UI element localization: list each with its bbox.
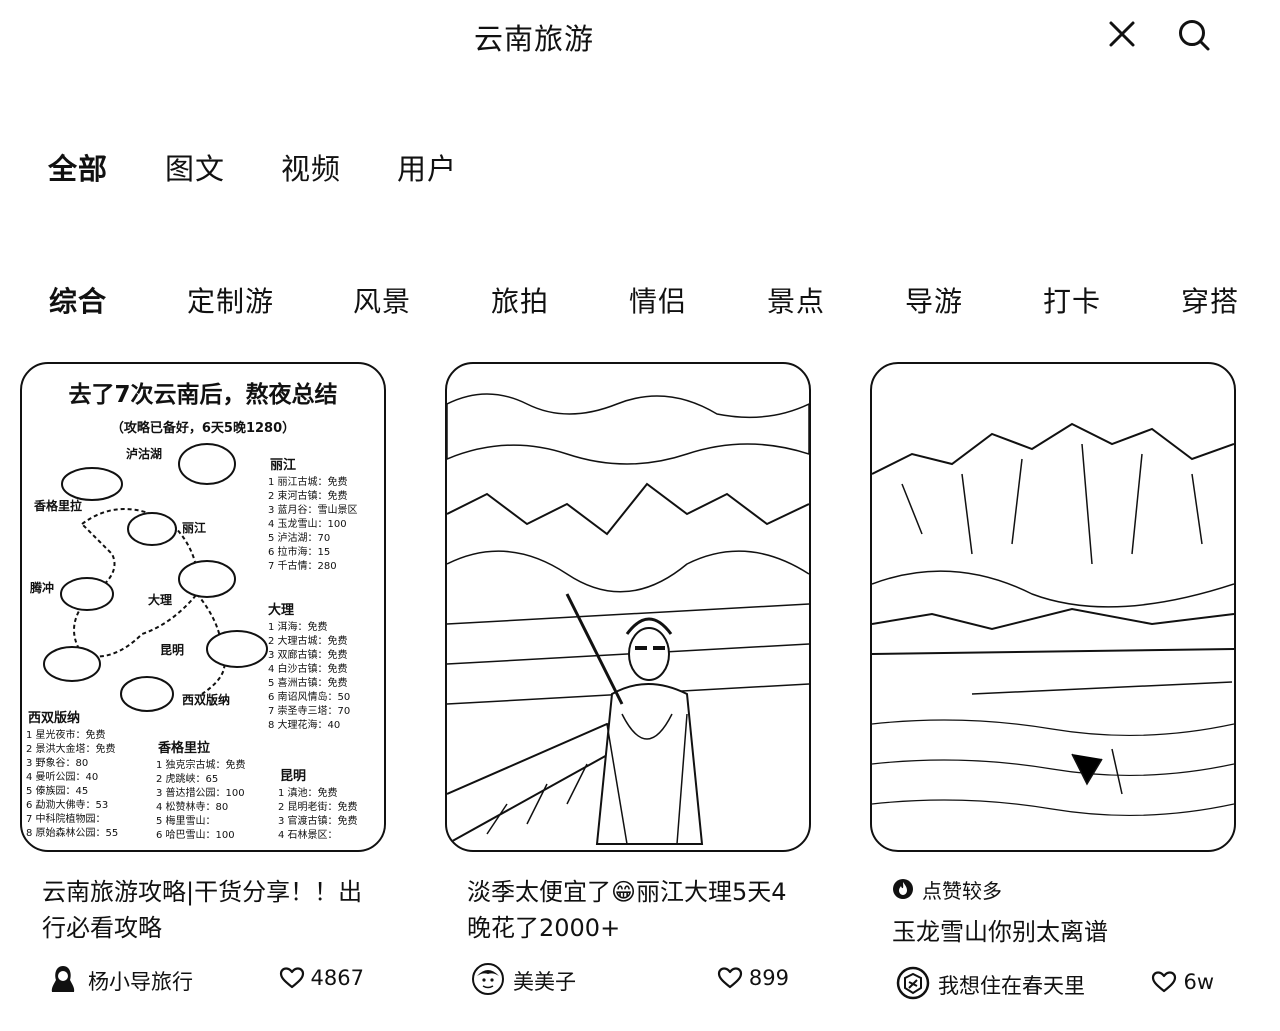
- list-item: 5 喜洲古镇：免费: [268, 676, 348, 689]
- content-type-tabs: 全部 图文 视频 用户: [0, 146, 1280, 190]
- page-title: 云南旅游: [474, 22, 595, 56]
- list-item: 4 白沙古镇：免费: [268, 662, 348, 675]
- list-heading: 昆明: [280, 768, 306, 784]
- list-item: 4 石林景区：: [278, 828, 338, 841]
- list-item: 2 虎跳峡：65: [156, 772, 218, 785]
- list-item: 6 勐泐大佛寺：53: [26, 798, 108, 811]
- avatar[interactable]: [896, 966, 930, 1000]
- place-label: 泸沽湖: [126, 446, 162, 461]
- list-item: 1 独克宗古城：免费: [156, 758, 246, 771]
- close-icon[interactable]: [1106, 18, 1138, 50]
- list-item: 8 原始森林公园：55: [26, 826, 118, 839]
- top-bar: 云南旅游: [0, 0, 1280, 70]
- category-comprehensive[interactable]: 综合: [49, 280, 107, 320]
- category-outfit[interactable]: 穿搭: [1181, 280, 1239, 320]
- popular-badge-label: 点赞较多: [922, 878, 1002, 903]
- category-filter-bar: 综合 定制游 风景 旅拍 情侣 景点 导游 打卡 穿搭: [0, 280, 1280, 324]
- list-item: 1 滇池：免费: [278, 786, 338, 799]
- like-count-value: 899: [748, 966, 789, 990]
- avatar[interactable]: [46, 962, 80, 996]
- author-name[interactable]: 美美子: [513, 966, 576, 996]
- list-item: 5 傣族园：45: [26, 784, 88, 797]
- category-guide[interactable]: 导游: [905, 280, 963, 320]
- like-count[interactable]: 6w: [1151, 970, 1214, 994]
- fire-icon: [893, 879, 913, 899]
- list-item: 1 丽江古城：免费: [268, 475, 348, 488]
- list-item: 1 星光夜市：免费: [26, 728, 106, 741]
- post-title[interactable]: 淡季太便宜了😁丽江大理5天4晚花了2000+: [445, 874, 807, 946]
- post-meta: 杨小导旅行 4867: [20, 960, 386, 1000]
- post-thumbnail-lijiang-photo[interactable]: [445, 362, 811, 852]
- place-label: 昆明: [160, 643, 184, 657]
- list-item: 1 洱海：免费: [268, 620, 328, 633]
- list-item: 5 泸沽湖：70: [268, 531, 330, 544]
- list-heading: 西双版纳: [28, 710, 80, 726]
- like-count-value: 4867: [310, 966, 364, 990]
- list-heading: 大理: [268, 602, 294, 618]
- like-count-value: 6w: [1183, 970, 1214, 994]
- category-custom-tour[interactable]: 定制游: [187, 280, 274, 320]
- search-icon[interactable]: [1176, 17, 1212, 53]
- list-item: 4 松赞林寺：80: [156, 800, 228, 813]
- place-label: 丽江: [182, 520, 206, 535]
- list-item: 4 玉龙雪山：100: [268, 517, 347, 530]
- heart-icon[interactable]: [1151, 970, 1177, 994]
- post-meta: 我想住在春天里 6w: [870, 964, 1236, 1004]
- place-label: 西双版纳: [182, 692, 230, 707]
- category-attractions[interactable]: 景点: [767, 280, 825, 320]
- list-item: 2 景洪大金塔：免费: [26, 742, 116, 755]
- list-item: 7 千古情：280: [268, 559, 337, 572]
- heart-icon[interactable]: [279, 966, 305, 990]
- post-thumbnail-travel-guide-map[interactable]: 去了7次云南后，熬夜总结 （攻略已备好，6天5晚1280） 泸沽湖 香格里拉 丽…: [20, 362, 386, 852]
- place-label: 腾冲: [29, 580, 54, 595]
- popular-badge: 点赞较多: [870, 874, 1236, 904]
- post-card[interactable]: 淡季太便宜了😁丽江大理5天4晚花了2000+ 美美子 899: [445, 362, 811, 1000]
- list-item: 3 官渡古镇：免费: [278, 814, 358, 827]
- list-item: 3 蓝月谷：雪山景区: [268, 504, 358, 516]
- tab-all[interactable]: 全部: [48, 146, 108, 188]
- guide-subheading: （攻略已备好，6天5晚1280）: [111, 420, 295, 436]
- post-card[interactable]: 去了7次云南后，熬夜总结 （攻略已备好，6天5晚1280） 泸沽湖 香格里拉 丽…: [20, 362, 386, 1000]
- list-item: 6 拉市海：15: [268, 545, 330, 558]
- author-name[interactable]: 杨小导旅行: [88, 966, 193, 996]
- list-item: 6 南诏风情岛：50: [268, 690, 350, 703]
- list-item: 2 昆明老街：免费: [278, 800, 358, 813]
- list-item: 7 崇圣寺三塔：70: [268, 704, 350, 717]
- list-item: 3 双廊古镇：免费: [268, 648, 348, 661]
- post-thumbnail-jade-dragon-snow-mountain[interactable]: [870, 362, 1236, 852]
- list-item: 4 曼听公园：40: [26, 771, 98, 783]
- heart-icon[interactable]: [717, 966, 743, 990]
- post-meta: 美美子 899: [445, 960, 811, 1000]
- tab-video[interactable]: 视频: [281, 146, 341, 188]
- author-name[interactable]: 我想住在春天里: [938, 970, 1085, 1000]
- list-item: 2 大理古城：免费: [268, 634, 348, 647]
- place-label: 香格里拉: [33, 498, 82, 513]
- category-checkin[interactable]: 打卡: [1043, 280, 1101, 320]
- category-scenery[interactable]: 风景: [353, 280, 411, 320]
- list-item: 3 普达措公园：100: [156, 786, 245, 799]
- tab-image-text[interactable]: 图文: [165, 146, 225, 188]
- list-item: 8 大理花海：40: [268, 718, 340, 731]
- list-item: 5 梅里雪山：: [156, 814, 216, 827]
- like-count[interactable]: 899: [717, 966, 789, 990]
- category-couple[interactable]: 情侣: [629, 280, 687, 320]
- like-count[interactable]: 4867: [279, 966, 364, 990]
- list-heading: 丽江: [270, 457, 296, 473]
- tab-user[interactable]: 用户: [397, 146, 457, 188]
- list-item: 3 野象谷：80: [26, 757, 88, 769]
- category-travel-photo[interactable]: 旅拍: [491, 280, 549, 320]
- list-item: 6 哈巴雪山：100: [156, 828, 235, 841]
- post-title[interactable]: 玉龙雪山你别太离谱: [870, 914, 1232, 950]
- avatar[interactable]: [471, 962, 505, 996]
- list-item: 2 束河古镇：免费: [268, 489, 348, 502]
- list-item: 7 中科院植物园：: [26, 812, 106, 825]
- post-title[interactable]: 云南旅游攻略|干货分享！！出行必看攻略: [20, 874, 382, 946]
- place-label: 大理: [148, 592, 172, 607]
- guide-heading: 去了7次云南后，熬夜总结: [68, 381, 337, 408]
- post-card[interactable]: 点赞较多 玉龙雪山你别太离谱 我想住在春天里 6w: [870, 362, 1236, 1004]
- list-heading: 香格里拉: [157, 740, 210, 756]
